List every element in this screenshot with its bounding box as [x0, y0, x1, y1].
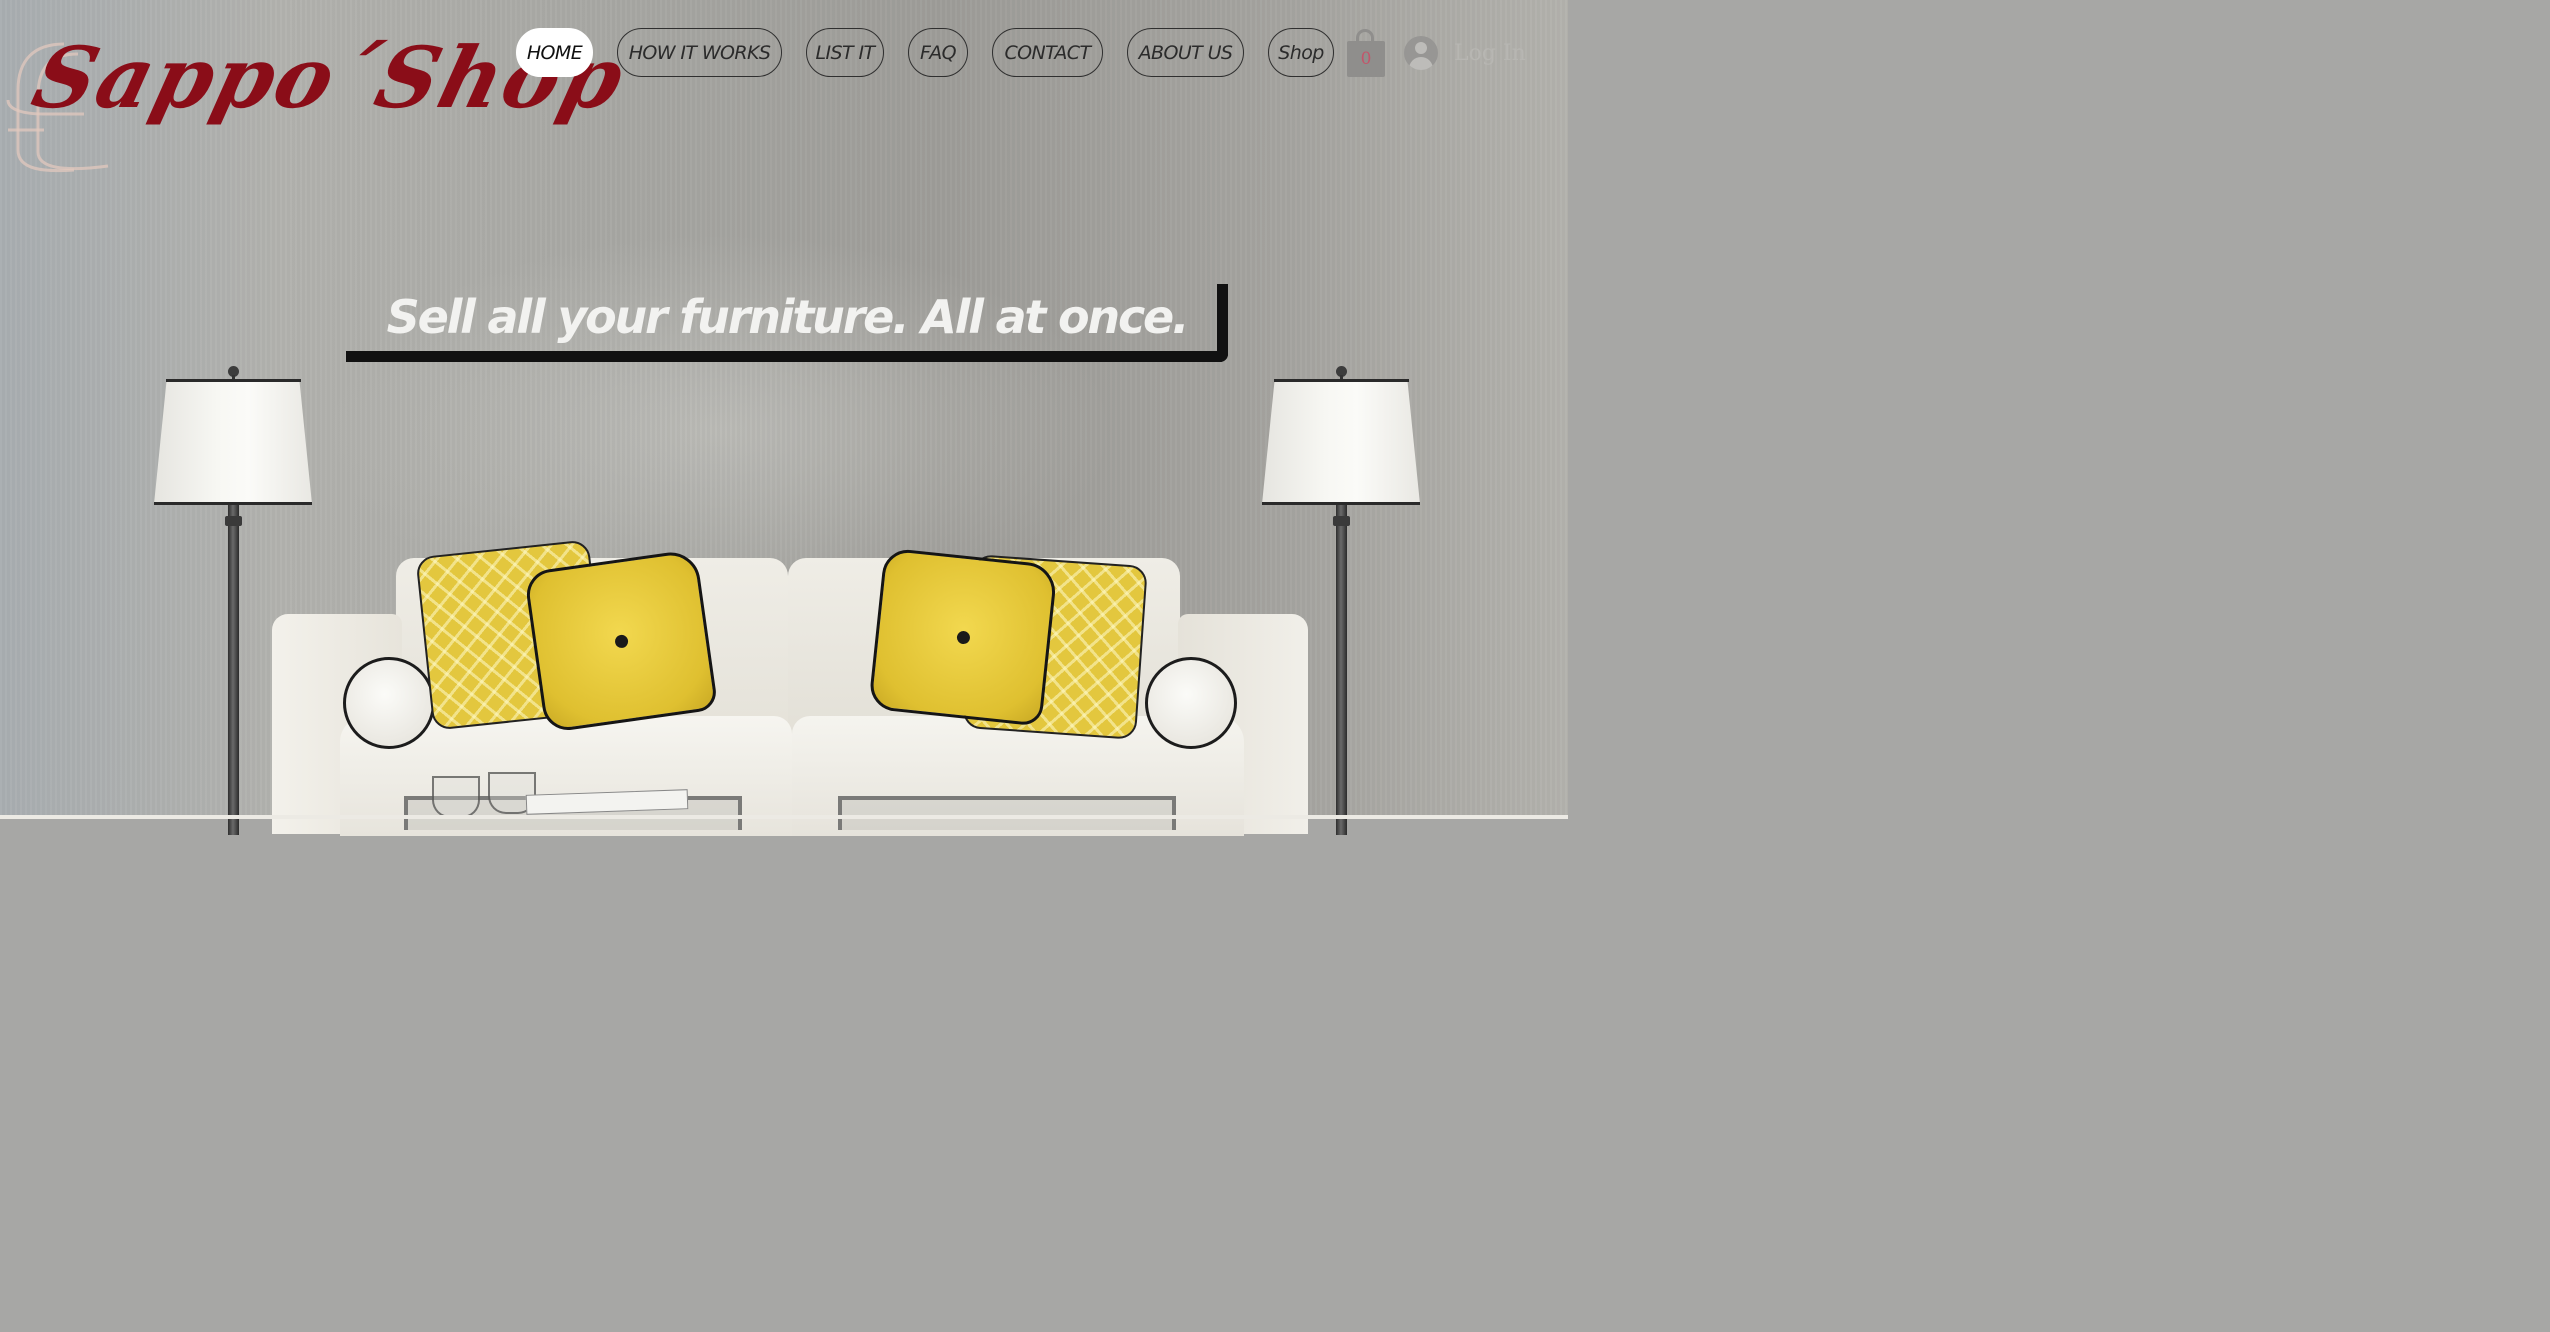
- bolster-pillow-left: [343, 657, 435, 749]
- nav-list-it-button[interactable]: LIST IT: [806, 28, 884, 77]
- yellow-pillow-left: [523, 548, 719, 734]
- cart-button[interactable]: 0: [1345, 27, 1387, 79]
- yellow-pillow-right: [868, 547, 1058, 727]
- hero-headline: Sell all your furniture. All at once.: [386, 290, 1190, 344]
- nav-contact-button[interactable]: CONTACT: [992, 28, 1103, 77]
- bolster-pillow-right: [1145, 657, 1237, 749]
- brand-logo[interactable]: Sappo´Shop: [0, 10, 635, 180]
- floor: [0, 815, 1568, 819]
- nav-faq-button[interactable]: FAQ: [908, 28, 968, 77]
- nav-how-it-works-button[interactable]: HOW IT WORKS: [617, 28, 782, 77]
- login-label: Log In: [1454, 40, 1526, 66]
- nav-about-us-button[interactable]: ABOUT US: [1127, 28, 1244, 77]
- glass-cup: [432, 776, 480, 818]
- user-avatar-icon: [1404, 36, 1438, 70]
- coffee-table-right: [838, 796, 1176, 830]
- nav-shop-button[interactable]: Shop: [1268, 28, 1334, 77]
- login-button[interactable]: Log In: [1404, 33, 1526, 73]
- hero-banner: Sell all your furniture. All at once.: [346, 284, 1240, 374]
- nav-home-button[interactable]: HOME: [516, 28, 593, 77]
- cart-count: 0: [1360, 49, 1372, 69]
